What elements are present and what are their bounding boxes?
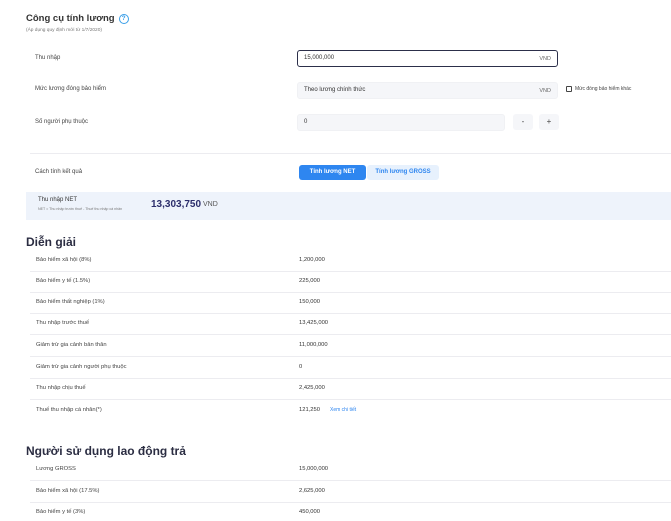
insurance-label: Mức lương đóng bảo hiểm	[35, 86, 107, 92]
other-insurance-checkbox[interactable]	[566, 86, 572, 92]
employer-row-label: Bảo hiểm xã hội (17.5%)	[36, 488, 100, 494]
employer-row-value: 2,625,000	[299, 488, 325, 494]
explanation-row-value: 11,000,000	[299, 342, 328, 348]
income-input[interactable]: 15,000,000 VND	[297, 50, 558, 67]
explanation-row-label: Giảm trừ gia cảnh người phụ thuộc	[36, 364, 127, 370]
income-unit: VND	[539, 56, 551, 62]
page-title-text: Công cụ tính lương	[26, 13, 115, 24]
net-result-formula: NET = Thu nhập trước thuế - Thuế thu nhậ…	[38, 207, 123, 211]
explanation-row-value: 1,200,000	[299, 257, 325, 263]
explanation-row-label: Giảm trừ gia cảnh bản thân	[36, 342, 107, 348]
explanation-row-label: Thu nhập chịu thuế	[36, 385, 86, 391]
net-result-unit: VND	[203, 201, 218, 208]
explanation-row-value: 150,000	[299, 299, 320, 305]
explanation-row-label: Thu nhập trước thuế	[36, 320, 90, 326]
income-value: 15,000,000	[304, 55, 335, 61]
employer-heading: Người sử dụng lao động trả	[26, 444, 186, 458]
row-divider	[30, 378, 671, 379]
income-label: Thu nhập	[35, 55, 61, 61]
dependents-minus-button[interactable]: -	[513, 114, 533, 130]
net-result-label: Thu nhập NET	[38, 197, 78, 203]
employer-row-label: Lương GROSS	[36, 466, 76, 472]
explanation-heading: Diễn giải	[26, 235, 77, 249]
explanation-row-value: 13,425,000	[299, 320, 329, 326]
row-divider	[30, 271, 671, 272]
dependents-label: Số người phụ thuộc	[35, 119, 88, 125]
employer-row-value: 450,000	[299, 509, 320, 515]
result-method-label: Cách tính kết quả	[35, 169, 83, 175]
page-subtitle: (Áp dụng quy định mới từ 1/7/2020)	[26, 28, 102, 33]
employer-row-value: 15,000,000	[299, 466, 329, 472]
explanation-row-label: Bảo hiểm thất nghiệp (1%)	[36, 299, 105, 305]
insurance-value: Theo lương chính thức	[304, 87, 366, 93]
row-divider	[30, 399, 671, 400]
net-result-box: Thu nhập NET NET = Thu nhập trước thuế -…	[26, 192, 671, 220]
other-insurance-label: Mức đóng bảo hiểm khác	[575, 86, 632, 92]
row-divider	[30, 356, 671, 357]
explanation-row-value: 225,000	[299, 278, 320, 284]
dependents-plus-button[interactable]: +	[539, 114, 559, 130]
help-icon[interactable]: ?	[118, 14, 129, 24]
employer-row-label: Bảo hiểm y tế (3%)	[36, 509, 86, 515]
net-result-amount: 13,303,750	[151, 199, 202, 210]
gross-calc-button[interactable]: Tính lương GROSS	[367, 165, 439, 180]
net-calc-button[interactable]: Tính lương NET	[299, 165, 366, 180]
insurance-unit: VND	[539, 88, 551, 94]
dependents-input[interactable]: 0	[297, 114, 505, 131]
row-divider	[30, 480, 671, 481]
insurance-select[interactable]: Theo lương chính thức VND	[297, 82, 558, 99]
form-divider	[30, 153, 671, 154]
explanation-row-value: 0	[299, 364, 303, 370]
page-title: Công cụ tính lương?	[26, 13, 129, 24]
row-divider	[30, 313, 671, 314]
explanation-row-label: Thuế thu nhập cá nhân(*)	[36, 407, 102, 413]
explanation-row-value: 121,250	[299, 407, 320, 413]
explanation-row-label: Bảo hiểm xã hội (8%)	[36, 257, 92, 263]
row-divider	[30, 502, 671, 503]
tax-detail-link[interactable]: Xem chi tiết	[330, 407, 356, 413]
row-divider	[30, 292, 671, 293]
explanation-row-label: Bảo hiểm y tế (1.5%)	[36, 278, 91, 284]
explanation-row-value: 2,425,000	[299, 385, 325, 391]
dependents-value: 0	[304, 119, 308, 125]
row-divider	[30, 334, 671, 335]
